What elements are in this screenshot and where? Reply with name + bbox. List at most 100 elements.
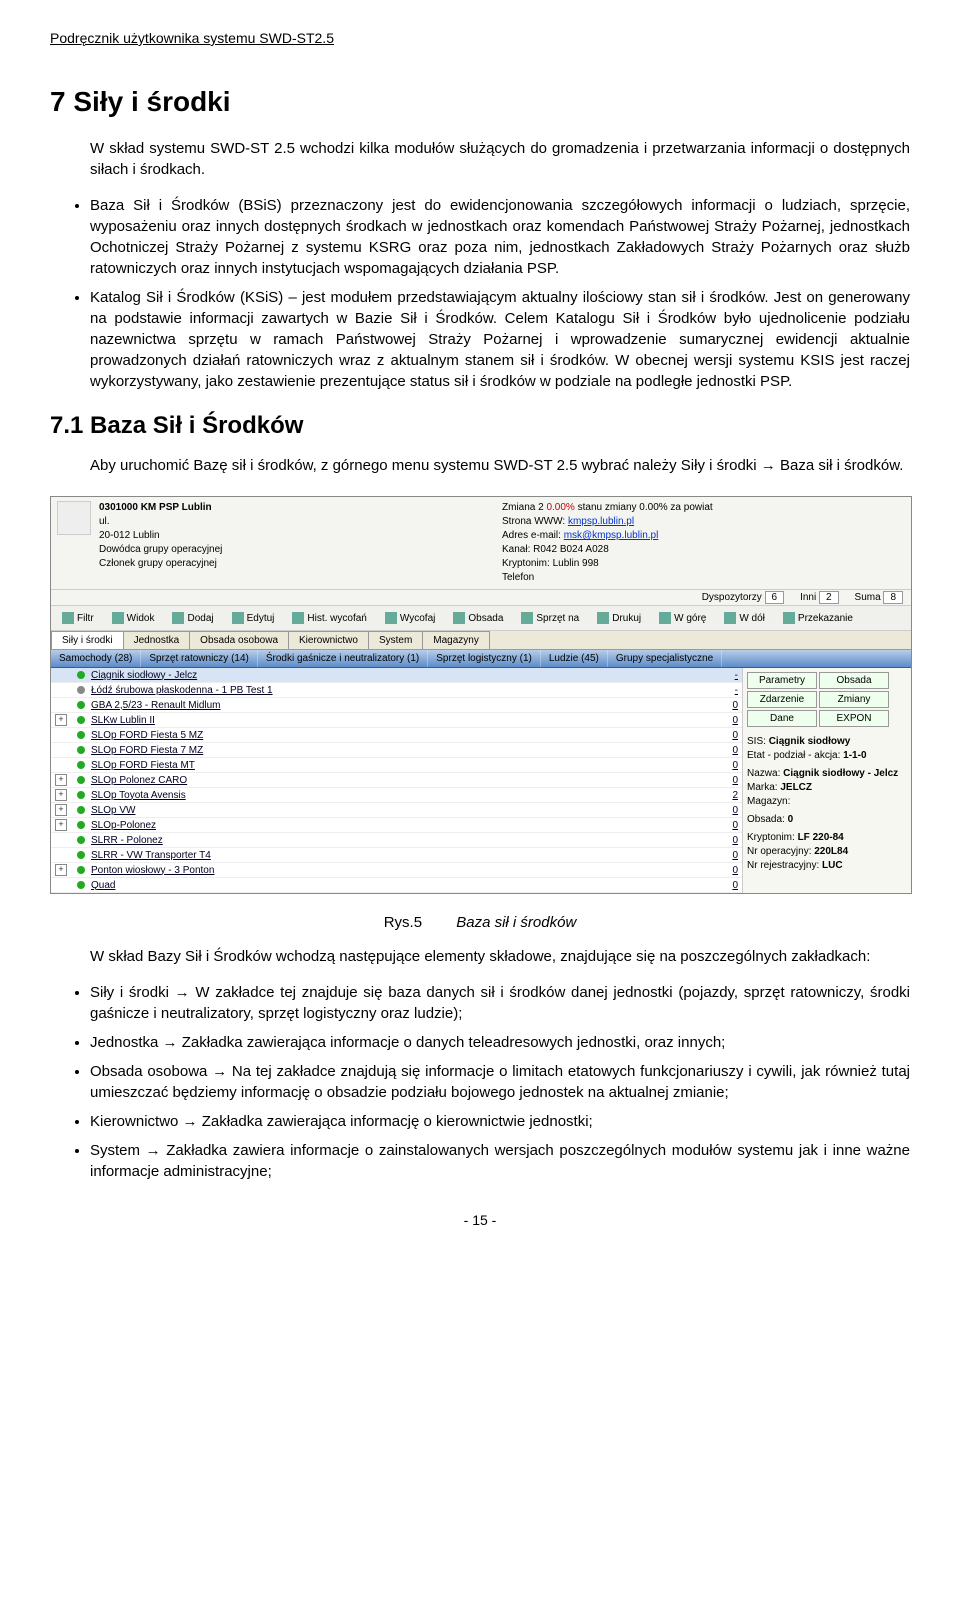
list-row[interactable]: SLRR - VW Transporter T40: [51, 848, 742, 863]
zmiana-label: Zmiana 2: [502, 502, 544, 513]
row-value: -: [718, 685, 738, 696]
expand-icon[interactable]: +: [55, 774, 67, 786]
panel-btn-zmiany[interactable]: Zmiany: [819, 691, 889, 708]
list-row[interactable]: Quad0: [51, 878, 742, 893]
subtab-grupy[interactable]: Grupy specjalistyczne: [608, 650, 722, 667]
email-label: Adres e-mail:: [502, 530, 561, 541]
nazwa-label: Nazwa:: [747, 768, 780, 779]
row-name: Łódź śrubowa płaskodenna - 1 PB Test 1: [91, 685, 718, 696]
bullet-item: Baza Sił i Środków (BSiS) przeznaczony j…: [90, 195, 910, 279]
tbtn-label: W górę: [674, 613, 706, 624]
bullet-list-bottom: Siły i środki → W zakładce tej znajduje …: [50, 982, 910, 1182]
list-row[interactable]: +SLKw Lublin II0: [51, 713, 742, 728]
sprzet-button[interactable]: Sprzęt na: [514, 609, 586, 627]
suma-label: Suma: [855, 592, 881, 603]
subtab-ludzie[interactable]: Ludzie (45): [541, 650, 608, 667]
sub-tabs: Samochody (28) Sprzęt ratowniczy (14) Śr…: [51, 650, 911, 668]
subtab-samochody[interactable]: Samochody (28): [51, 650, 141, 667]
wdol-button[interactable]: W dół: [717, 609, 772, 627]
screenshot-figure: 0301000 KM PSP Lublin ul. 20-012 Lublin …: [50, 496, 910, 894]
kr-label: Kryptonim:: [747, 832, 795, 843]
row-name: Quad: [91, 880, 718, 891]
row-value: 0: [718, 820, 738, 831]
org-title: 0301000 KM PSP Lublin: [99, 501, 502, 515]
heading-2: 7.1 Baza Sił i Środków: [50, 412, 910, 440]
tab-jednostka[interactable]: Jednostka: [123, 631, 191, 649]
expand-icon[interactable]: +: [55, 714, 67, 726]
panel-btn-zdarzenie[interactable]: Zdarzenie: [747, 691, 817, 708]
nrrej-label: Nr rejestracyjny:: [747, 860, 819, 871]
list-row[interactable]: SLOp FORD Fiesta 5 MZ0: [51, 728, 742, 743]
expand-icon[interactable]: +: [55, 789, 67, 801]
wgore-button[interactable]: W górę: [652, 609, 713, 627]
dys-value: 6: [765, 591, 785, 604]
row-value: 0: [718, 850, 738, 861]
list-row[interactable]: +SLOp Polonez CARO0: [51, 773, 742, 788]
row-name: SLOp-Polonez: [91, 820, 718, 831]
status-dot-icon: [77, 836, 85, 844]
czlonek-row: Członek grupy operacyjnej: [99, 557, 502, 571]
info-header: 0301000 KM PSP Lublin ul. 20-012 Lublin …: [51, 497, 911, 590]
vehicle-list: Ciągnik siodłowy - Jelcz- Łódź śrubowa p…: [51, 668, 742, 893]
hist-button[interactable]: Hist. wycofań: [285, 609, 373, 627]
page-header: Podręcznik użytkownika systemu SWD-ST2.5: [50, 30, 910, 46]
status-dot-icon: [77, 851, 85, 859]
row-value: 0: [718, 730, 738, 741]
panel-btn-obsada[interactable]: Obsada: [819, 672, 889, 689]
addr2: 20-012 Lublin: [99, 529, 502, 543]
subtab-sprzet[interactable]: Sprzęt ratowniczy (14): [141, 650, 257, 667]
nazwa-value: Ciągnik siodłowy - Jelcz: [783, 768, 898, 779]
subtab-logist[interactable]: Sprzęt logistyczny (1): [428, 650, 541, 667]
przekazanie-button[interactable]: Przekazanie: [776, 609, 860, 627]
list-row[interactable]: SLOp FORD Fiesta 7 MZ0: [51, 743, 742, 758]
list-row[interactable]: +SLOp VW0: [51, 803, 742, 818]
edytuj-button[interactable]: Edytuj: [225, 609, 282, 627]
dowodca-row: Dowódca grupy operacyjnej: [99, 543, 502, 557]
row-value: 0: [718, 760, 738, 771]
email-link[interactable]: msk@kmpsp.lublin.pl: [564, 530, 659, 541]
panel-btn-parametry[interactable]: Parametry: [747, 672, 817, 689]
caption-number: Rys.5: [384, 914, 422, 931]
after-paragraph: W skład Bazy Sił i Środków wchodzą nastę…: [90, 946, 910, 967]
drukuj-button[interactable]: Drukuj: [590, 609, 648, 627]
tab-sily[interactable]: Siły i środki: [51, 631, 124, 649]
panel-btn-dane[interactable]: Dane: [747, 710, 817, 727]
expand-icon[interactable]: +: [55, 864, 67, 876]
list-row[interactable]: Łódź śrubowa płaskodenna - 1 PB Test 1-: [51, 683, 742, 698]
tab-obsada[interactable]: Obsada osobowa: [189, 631, 289, 649]
list-row[interactable]: GBA 2,5/23 - Renault Midlum0: [51, 698, 742, 713]
tab-kierownictwo[interactable]: Kierownictwo: [288, 631, 369, 649]
filtr-button[interactable]: Filtr: [55, 609, 101, 627]
status-dot-icon: [77, 746, 85, 754]
list-row[interactable]: SLOp FORD Fiesta MT0: [51, 758, 742, 773]
print-icon: [597, 612, 609, 624]
row-name: SLOp Toyota Avensis: [91, 790, 718, 801]
launch-paragraph: Aby uruchomić Bazę sił i środków, z górn…: [90, 455, 910, 476]
list-row[interactable]: Ciągnik siodłowy - Jelcz-: [51, 668, 742, 683]
zmiana-rest: stanu zmiany 0.00% za powiat: [578, 502, 713, 513]
ss-body: Ciągnik siodłowy - Jelcz- Łódź śrubowa p…: [51, 668, 911, 893]
dodaj-button[interactable]: Dodaj: [165, 609, 220, 627]
expand-icon[interactable]: +: [55, 804, 67, 816]
widok-button[interactable]: Widok: [105, 609, 162, 627]
list-row[interactable]: SLRR - Polonez0: [51, 833, 742, 848]
telefon: Telefon: [502, 571, 905, 585]
bullet-item: Jednostka → Zakładka zawierająca informa…: [90, 1032, 910, 1053]
list-row[interactable]: +SLOp Toyota Avensis2: [51, 788, 742, 803]
subtab-srodki[interactable]: Środki gaśnicze i neutralizatory (1): [258, 650, 428, 667]
row-value: 0: [718, 865, 738, 876]
www-link[interactable]: kmpsp.lublin.pl: [568, 516, 634, 527]
list-row[interactable]: + SLOp-Polonez0: [51, 818, 742, 833]
list-row[interactable]: +Ponton wiosłowy - 3 Ponton0: [51, 863, 742, 878]
inni-label: Inni: [800, 592, 816, 603]
tab-system[interactable]: System: [368, 631, 423, 649]
tab-magazyny[interactable]: Magazyny: [422, 631, 490, 649]
inni-value: 2: [819, 591, 839, 604]
marka-label: Marka:: [747, 782, 778, 793]
suma-value: 8: [883, 591, 903, 604]
obsada-button[interactable]: Obsada: [446, 609, 510, 627]
wycofaj-button[interactable]: Wycofaj: [378, 609, 442, 627]
expand-icon[interactable]: +: [55, 819, 67, 831]
panel-btn-expon[interactable]: EXPON: [819, 710, 889, 727]
row-value: 0: [718, 715, 738, 726]
